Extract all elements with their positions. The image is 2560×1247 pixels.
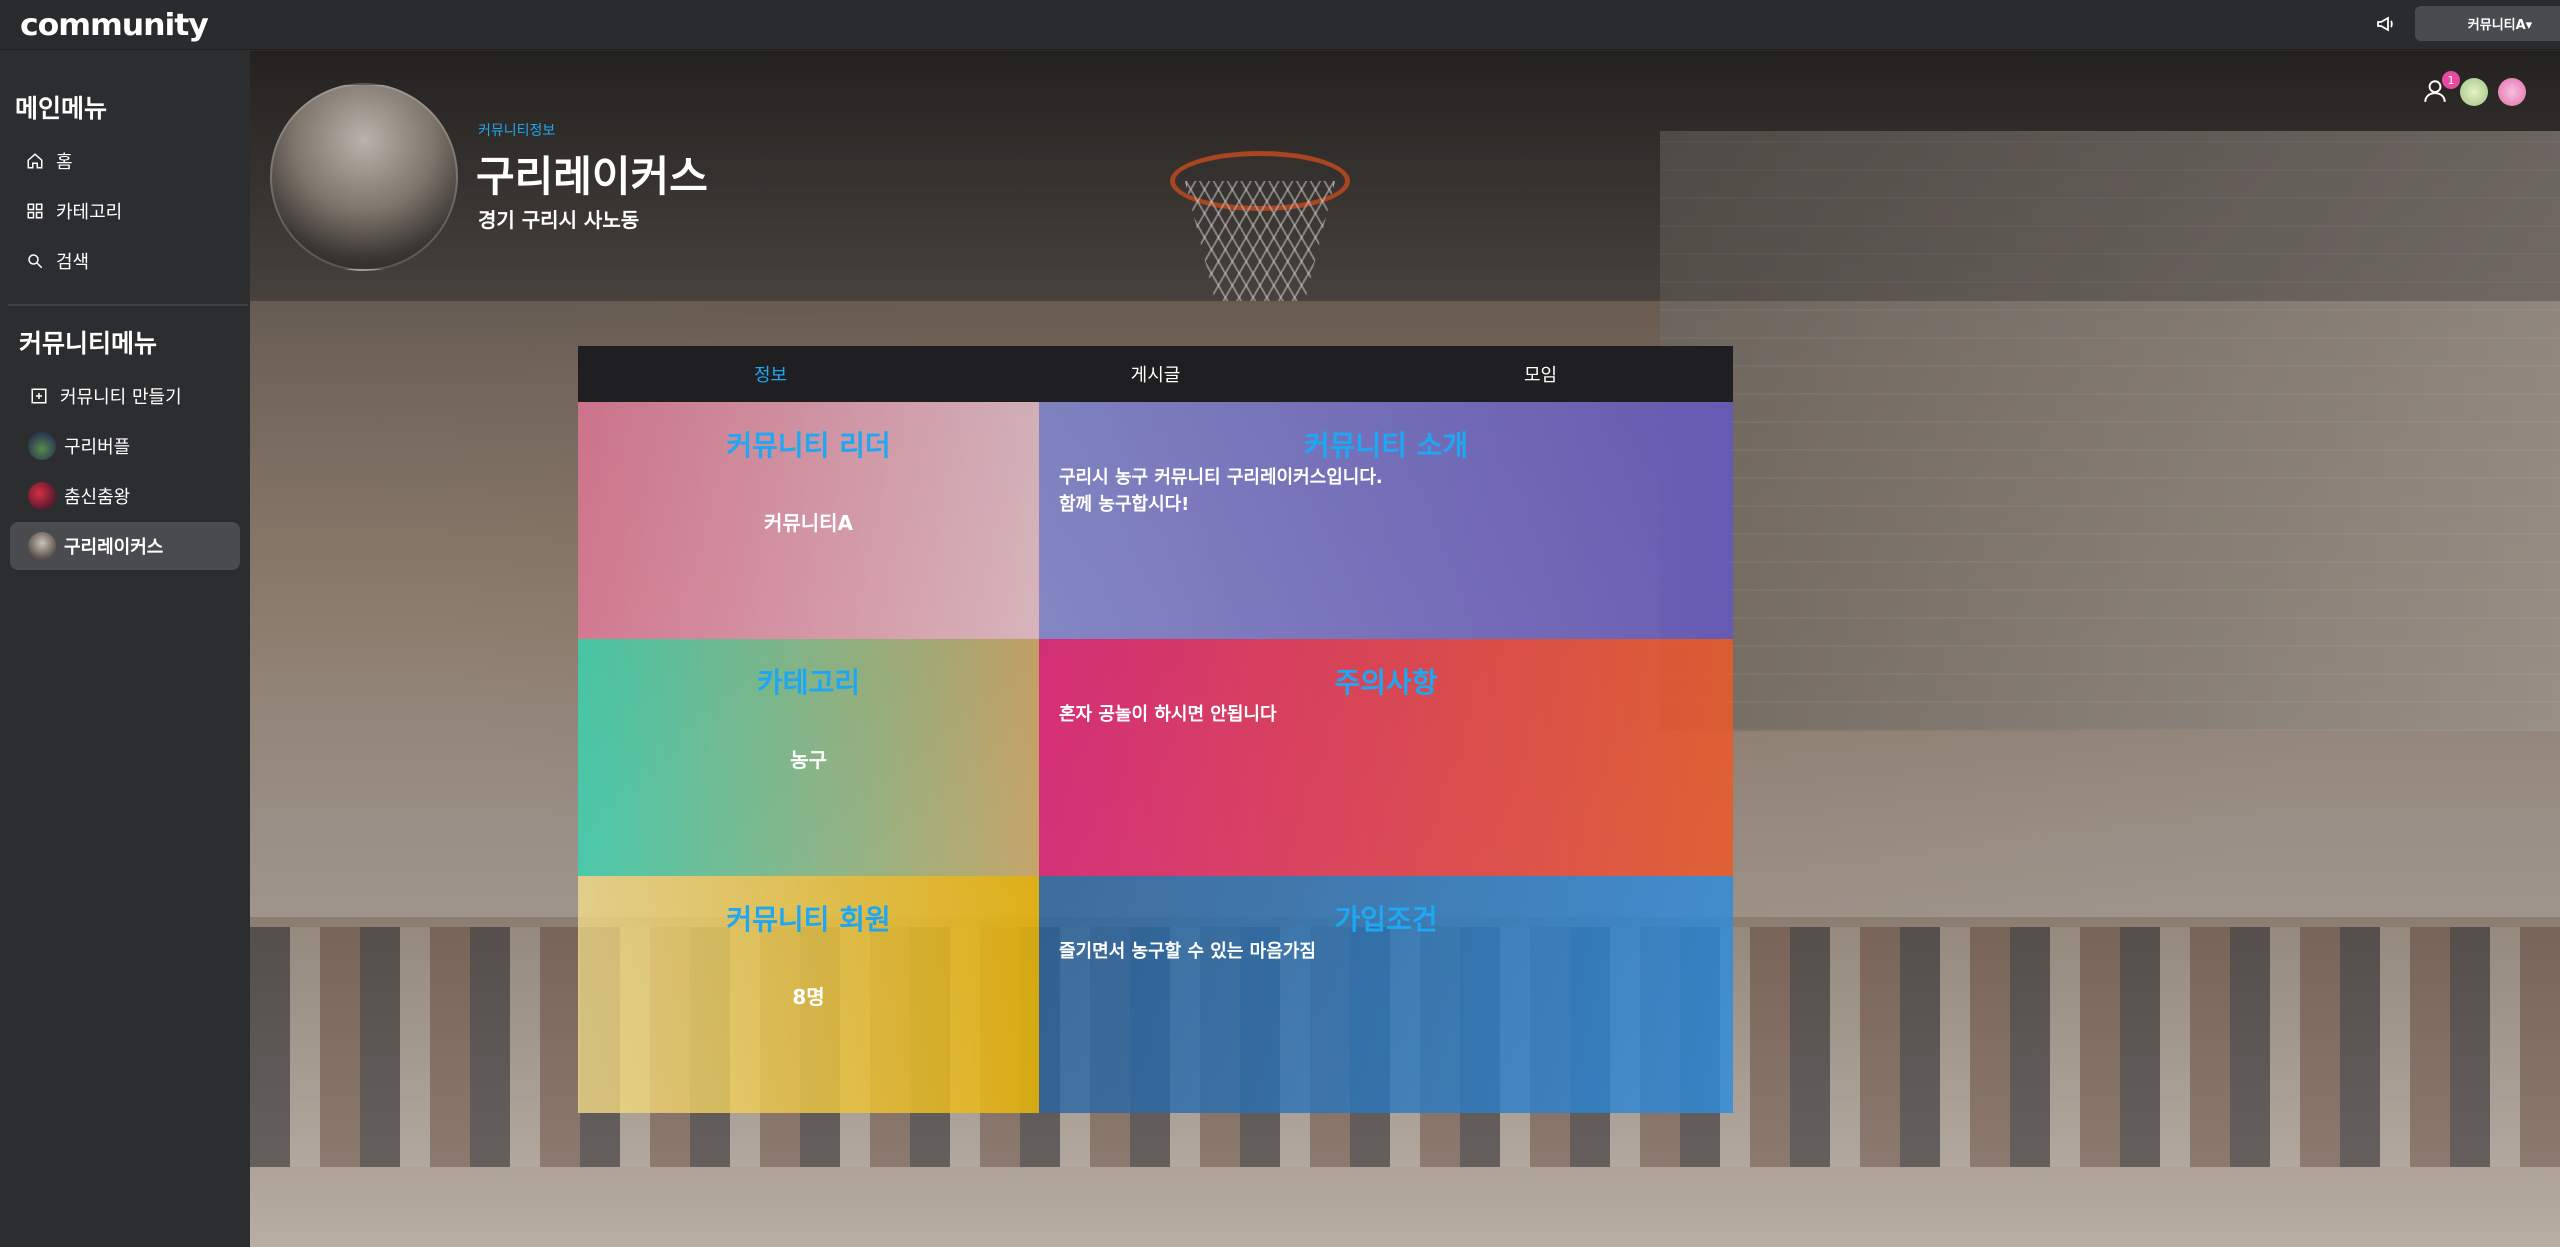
main-menu-heading: 메인메뉴 (15, 94, 108, 123)
member-avatar[interactable] (2498, 78, 2526, 106)
community-info-label: 커뮤니티정보 (478, 123, 556, 139)
avatar (28, 482, 56, 510)
sidebar-item-community-2[interactable]: 춤신춤왕 (10, 472, 240, 520)
sidebar-item-label: 홈 (56, 152, 73, 173)
card-text: 즐기면서 농구할 수 있는 마음가짐 (1059, 941, 1316, 962)
card-title: 가입조건 (1334, 903, 1438, 936)
notification-badge: 1 (2442, 71, 2460, 89)
sidebar-item-community-3[interactable]: 구리레이커스 (10, 522, 240, 570)
sidebar-item-community-1[interactable]: 구리버플 (10, 422, 240, 470)
category-card: 카테고리 농구 (578, 639, 1039, 876)
sidebar-item-label: 검색 (56, 252, 90, 273)
top-bar: community 커뮤니티A▾ (0, 0, 2560, 50)
sidebar-item-label: 구리버플 (64, 437, 131, 458)
sidebar-item-create-community[interactable]: 커뮤니티 만들기 (10, 372, 240, 420)
sidebar-item-search[interactable]: 검색 (10, 237, 240, 285)
avatar (28, 432, 56, 460)
card-title: 주의사항 (1334, 666, 1438, 699)
info-grid: 커뮤니티 리더 커뮤니티A 커뮤니티 소개 구리시 농구 커뮤니티 구리레이커스… (578, 402, 1733, 1113)
card-value: 농구 (790, 748, 827, 772)
community-profile-image (270, 83, 458, 271)
community-tabs: 정보 게시글 모임 (578, 346, 1733, 402)
home-icon (24, 150, 46, 172)
intro-card: 커뮤니티 소개 구리시 농구 커뮤니티 구리레이커스입니다. 함께 농구합시다! (1039, 402, 1733, 639)
header-icons: 1 (2422, 71, 2526, 107)
sidebar-item-label: 커뮤니티 만들기 (60, 387, 182, 408)
member-icon[interactable]: 1 (2422, 71, 2460, 107)
sidebar-item-home[interactable]: 홈 (10, 137, 240, 185)
tab-info[interactable]: 정보 (578, 346, 963, 402)
avatar (28, 532, 56, 560)
sidebar-item-label: 춤신춤왕 (64, 487, 131, 508)
sidebar-item-label: 구리레이커스 (64, 537, 164, 558)
sidebar: 메인메뉴 홈 카테고리 검색 커뮤니티메뉴 커뮤니티 만들기 구리버플 춤신춤왕 (0, 51, 250, 1247)
tab-posts[interactable]: 게시글 (963, 346, 1348, 402)
card-value: 커뮤니티A (763, 511, 854, 535)
sidebar-item-label: 카테고리 (56, 202, 123, 223)
join-condition-card: 가입조건 즐기면서 농구할 수 있는 마음가짐 (1039, 876, 1733, 1113)
member-avatar[interactable] (2460, 78, 2488, 106)
community-location: 경기 구리시 사노동 (478, 208, 640, 232)
members-card: 커뮤니티 회원 8명 (578, 876, 1039, 1113)
card-text: 혼자 공놀이 하시면 안됩니다 (1059, 704, 1277, 725)
grid-icon (24, 200, 46, 222)
tab-meetings[interactable]: 모임 (1348, 346, 1733, 402)
sidebar-item-category[interactable]: 카테고리 (10, 187, 240, 235)
plus-square-icon (28, 385, 50, 407)
card-value: 8명 (792, 985, 825, 1009)
community-title: 구리레이커스 (476, 152, 708, 201)
card-title: 커뮤니티 리더 (726, 429, 891, 462)
megaphone-icon[interactable] (2374, 12, 2398, 36)
card-title: 카테고리 (756, 666, 861, 699)
caution-card: 주의사항 혼자 공놀이 하시면 안됩니다 (1039, 639, 1733, 876)
card-text: 구리시 농구 커뮤니티 구리레이커스입니다. 함께 농구합시다! (1059, 467, 1383, 515)
card-title: 커뮤니티 회원 (726, 903, 891, 936)
app-logo[interactable]: community (20, 8, 209, 43)
search-icon (24, 250, 46, 272)
user-menu-dropdown[interactable]: 커뮤니티A▾ (2415, 6, 2560, 41)
card-title: 커뮤니티 소개 (1303, 429, 1469, 462)
community-menu-heading: 커뮤니티메뉴 (19, 329, 158, 358)
leader-card: 커뮤니티 리더 커뮤니티A (578, 402, 1039, 639)
sidebar-divider (8, 304, 248, 306)
